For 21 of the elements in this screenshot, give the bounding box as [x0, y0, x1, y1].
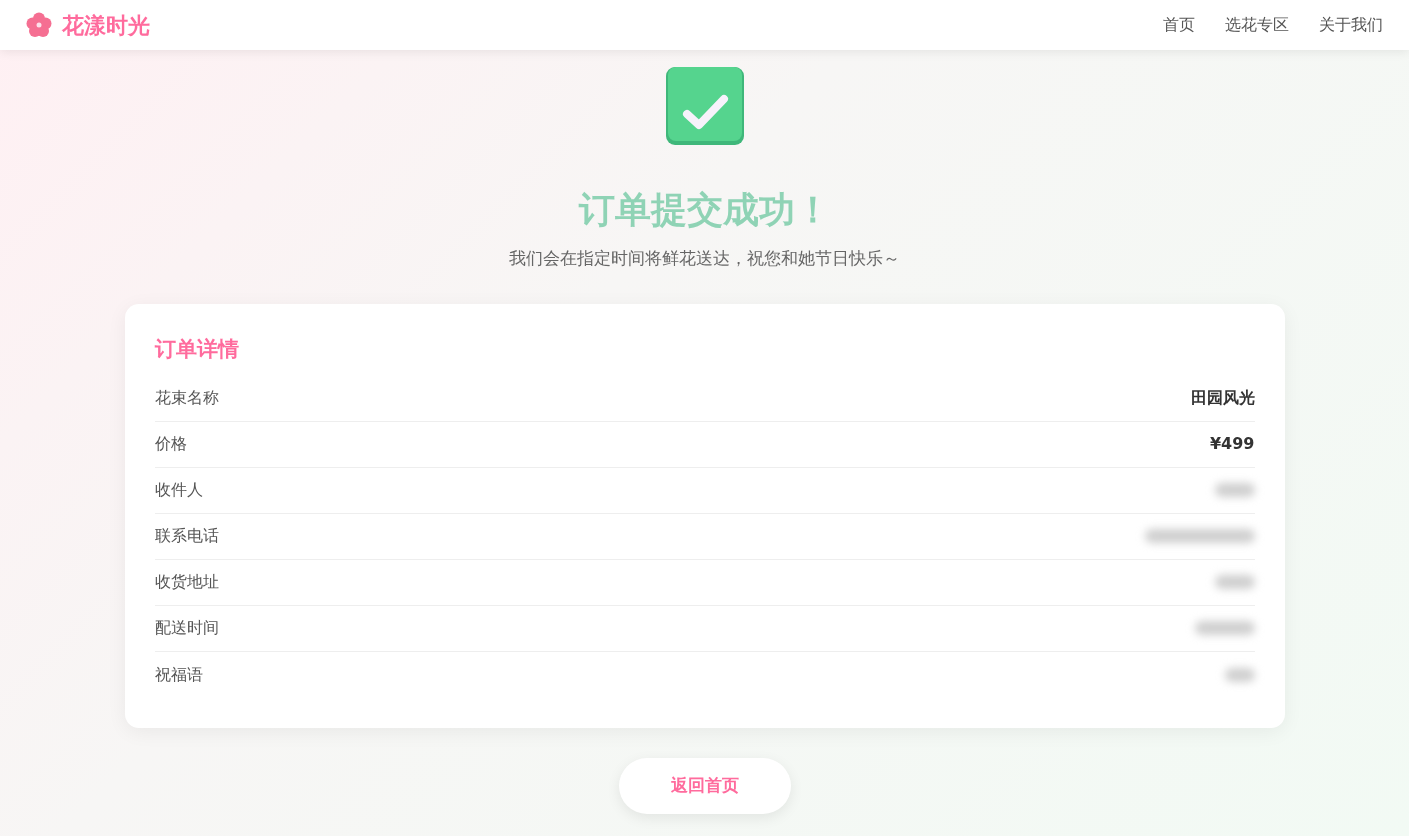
card-title: 订单详情: [154, 335, 240, 363]
success-message: 我们会在指定时间将鲜花送达，祝您和她节日快乐～: [509, 247, 900, 270]
success-title: 订单提交成功！: [578, 188, 831, 232]
nav-link[interactable]: 选花专区: [1225, 13, 1289, 37]
blurred-value: [1224, 667, 1255, 682]
field-label: 配送时间: [154, 617, 219, 639]
blurred-value: [1214, 575, 1255, 589]
nav-link[interactable]: 关于我们: [1319, 13, 1383, 37]
blurred-value: [1214, 483, 1255, 497]
field-value: 田园风光: [1190, 387, 1255, 409]
field-label: 花束名称: [154, 387, 219, 409]
flower-icon: [26, 12, 52, 38]
nav-link[interactable]: 首页: [1163, 13, 1195, 37]
field-value: ¥499: [1209, 433, 1255, 455]
field-label: 价格: [154, 433, 187, 455]
field-label: 收件人: [154, 479, 203, 501]
field-label: 祝福语: [154, 663, 203, 686]
field-label: 收货地址: [154, 571, 219, 593]
checkmark-icon: [664, 66, 745, 146]
blurred-value: [1194, 621, 1255, 635]
field-label: 联系电话: [154, 525, 219, 547]
